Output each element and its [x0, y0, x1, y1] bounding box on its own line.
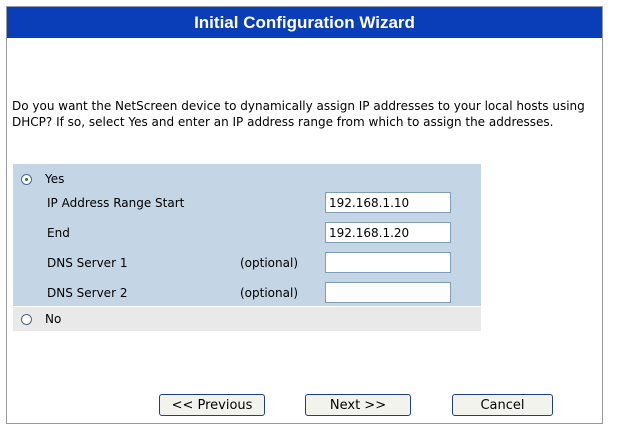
- range-start-label: IP Address Range Start: [47, 196, 185, 210]
- no-label: No: [45, 312, 62, 326]
- previous-button[interactable]: << Previous: [159, 394, 265, 416]
- dns2-optional-label: (optional): [240, 286, 298, 300]
- dhcp-yes-section: Yes IP Address Range Start End DNS Serve…: [13, 164, 481, 306]
- yes-label: Yes: [45, 172, 65, 186]
- dns1-field[interactable]: [325, 252, 451, 273]
- dns2-label: DNS Server 2: [47, 286, 128, 300]
- cancel-button[interactable]: Cancel: [452, 394, 553, 416]
- dns2-field[interactable]: [325, 282, 451, 303]
- dhcp-options-panel: Yes IP Address Range Start End DNS Serve…: [13, 164, 481, 331]
- dns1-optional-label: (optional): [240, 256, 298, 270]
- dhcp-no-section: No: [13, 306, 481, 331]
- range-end-field[interactable]: [325, 222, 451, 243]
- no-radio[interactable]: [21, 314, 32, 325]
- range-start-field[interactable]: [325, 192, 451, 213]
- wizard-title: Initial Configuration Wizard: [7, 7, 602, 38]
- next-button[interactable]: Next >>: [305, 394, 411, 416]
- yes-radio[interactable]: [21, 174, 32, 185]
- dns1-label: DNS Server 1: [47, 256, 128, 270]
- intro-text: Do you want the NetScreen device to dyna…: [12, 99, 585, 129]
- wizard-window: Initial Configuration Wizard Do you want…: [6, 6, 603, 424]
- range-end-label: End: [47, 226, 70, 240]
